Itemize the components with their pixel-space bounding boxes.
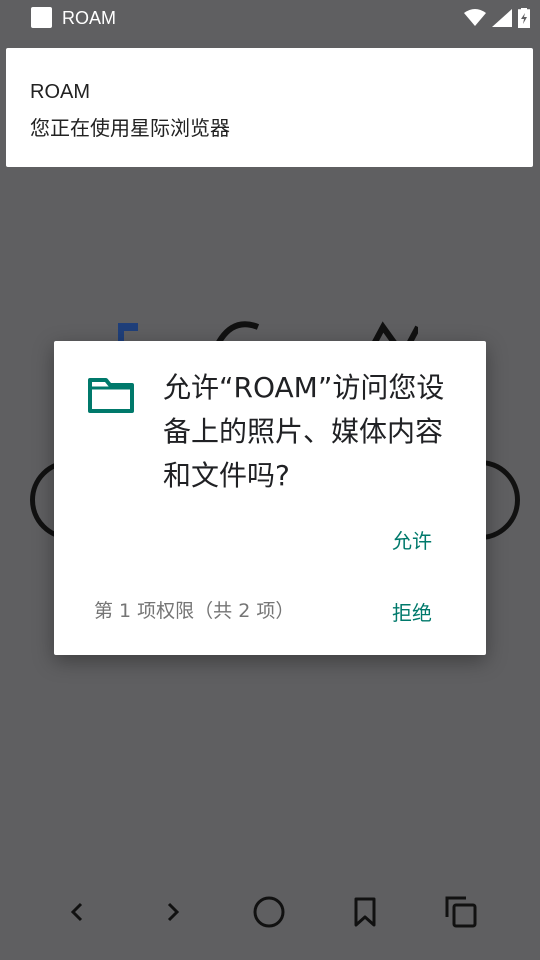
home-icon [253,896,285,928]
status-app-name: ROAM [62,8,116,28]
tabs-icon [445,896,477,928]
permission-count: 第 1 项权限（共 2 项） [94,600,295,622]
bookmark-button[interactable] [333,880,397,944]
notification-text: 您正在使用星际浏览器 [30,116,230,140]
battery-charging-icon [518,8,530,28]
forward-icon [167,902,180,922]
allow-button[interactable]: 允许 [372,523,452,559]
cell-signal-icon [492,9,512,27]
back-icon [70,902,83,922]
deny-button[interactable]: 拒绝 [372,595,452,631]
app-notification-icon [31,7,52,28]
back-button[interactable] [45,880,109,944]
bottom-nav [0,880,540,944]
notification-card[interactable]: ROAM 您正在使用星际浏览器 [6,48,533,167]
permission-dialog: 允许“ROAM”访问您设备上的照片、媒体内容和文件吗? 允许 第 1 项权限（共… [54,341,486,655]
tabs-button[interactable] [429,880,493,944]
folder-icon [88,378,134,413]
notification-title: ROAM [30,81,90,103]
status-icons [464,7,530,29]
bookmark-icon [354,897,376,927]
wifi-icon [464,9,486,26]
forward-button[interactable] [141,880,205,944]
permission-question: 允许“ROAM”访问您设备上的照片、媒体内容和文件吗? [163,371,445,492]
status-bar: ROAM [0,0,540,36]
home-button[interactable] [237,880,301,944]
